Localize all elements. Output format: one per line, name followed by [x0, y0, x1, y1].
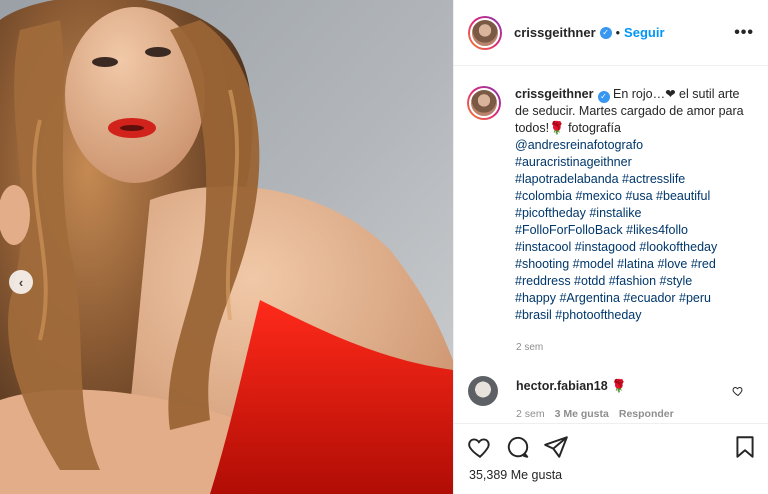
caption-time[interactable]: 2 sem	[516, 342, 543, 353]
follow-button[interactable]: Seguir	[624, 25, 664, 40]
instagram-post: ‹ crissgeithner ✓ • Seguir ••• crissgeit…	[0, 0, 768, 494]
mention-link[interactable]: @andresreinafotografo	[515, 137, 747, 154]
save-bookmark-icon[interactable]	[732, 434, 758, 460]
verified-badge-icon: ✓	[599, 26, 612, 39]
post-photo[interactable]: ‹	[0, 0, 453, 494]
hashtag-line[interactable]: #happy #Argentina #ecuador #peru	[515, 290, 747, 307]
header-separator: •	[615, 25, 621, 40]
hashtag-line[interactable]: #FolloForFolloBack #likes4follo	[515, 222, 747, 239]
hashtag-line[interactable]: #brasil #photooftheday	[515, 307, 747, 324]
share-paper-plane-icon[interactable]	[543, 434, 569, 460]
comment-bubble-icon[interactable]	[505, 434, 531, 460]
commenter-username: hector.fabian18 🌹	[516, 379, 627, 406]
like-heart-icon[interactable]	[467, 434, 493, 460]
comment-reply-button[interactable]: Responder	[619, 408, 674, 420]
post-actions: 35,389 Me gusta	[453, 423, 768, 494]
author-avatar[interactable]	[468, 15, 502, 50]
post-header: crissgeithner ✓ • Seguir •••	[454, 0, 768, 66]
caption-avatar[interactable]	[467, 86, 501, 120]
more-options-icon[interactable]: •••	[734, 24, 754, 42]
caption-text: crissgeithner ✓ En rojo…❤ el sutil arte d…	[515, 86, 747, 324]
commenter-avatar[interactable]	[468, 376, 498, 406]
comment-row: hector.fabian18 🌹	[468, 376, 758, 406]
comment-like-heart-icon[interactable]	[732, 385, 744, 397]
author-username[interactable]: crissgeithner	[514, 25, 596, 40]
caption-username[interactable]: crissgeithner	[515, 87, 594, 101]
comment-time[interactable]: 2 sem	[516, 408, 545, 420]
carousel-prev-button[interactable]: ‹	[9, 270, 33, 294]
commenter-username-text[interactable]: hector.fabian18	[516, 379, 608, 393]
chevron-left-icon: ‹	[18, 274, 24, 290]
hashtag-line[interactable]: #auracristinageithner	[515, 154, 747, 171]
hashtag-line[interactable]: #reddress #otdd #fashion #style	[515, 273, 747, 290]
hashtag-line[interactable]: #lapotradelabanda #actresslife	[515, 171, 747, 188]
post-image	[0, 0, 453, 494]
hashtag-line[interactable]: #colombia #mexico #usa #beautiful	[515, 188, 747, 205]
verified-badge-icon: ✓	[597, 90, 610, 103]
post-caption: crissgeithner ✓ En rojo…❤ el sutil arte d…	[467, 86, 757, 324]
hashtag-line[interactable]: #instacool #instagood #lookoftheday	[515, 239, 747, 256]
hashtag-line[interactable]: #picoftheday #instalike	[515, 205, 747, 222]
comment-likes[interactable]: 3 Me gusta	[555, 408, 609, 420]
likes-count[interactable]: 35,389 Me gusta	[469, 468, 562, 482]
comment-meta: 2 sem 3 Me gusta Responder	[516, 408, 674, 420]
comment-text: 🌹	[611, 379, 627, 393]
hashtag-line[interactable]: #shooting #model #latina #love #red	[515, 256, 747, 273]
